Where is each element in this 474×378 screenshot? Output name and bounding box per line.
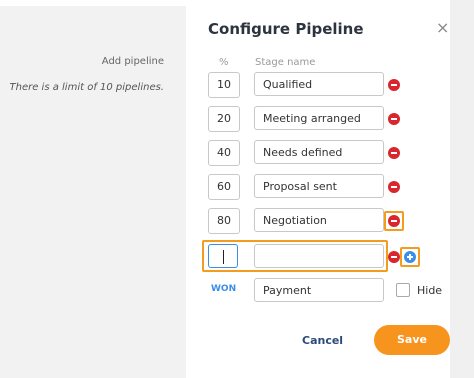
stage-percent-input[interactable]: 10 [208, 72, 240, 98]
stage-row: 10 Qualified [186, 72, 450, 98]
won-stage-name-input[interactable]: Payment [254, 278, 384, 302]
stage-row: 20 Meeting arranged [186, 106, 450, 132]
remove-stage-icon[interactable] [388, 181, 400, 193]
remove-stage-icon[interactable] [388, 79, 400, 91]
background-right-panel [450, 0, 474, 378]
save-button[interactable]: Save [374, 325, 450, 355]
stage-percent-input[interactable]: 20 [208, 106, 240, 132]
remove-stage-icon[interactable] [388, 113, 400, 125]
dialog-title: Configure Pipeline [208, 20, 364, 38]
won-label: WON [211, 284, 237, 294]
stage-name-input[interactable]: Negotiation [254, 208, 384, 232]
close-icon[interactable]: × [436, 20, 449, 36]
stage-percent-input[interactable]: 80 [208, 208, 240, 234]
stage-row: 80 Negotiation [186, 208, 450, 234]
hide-checkbox[interactable] [396, 283, 410, 297]
remove-stage-icon[interactable] [388, 251, 400, 263]
remove-stage-highlight [384, 211, 404, 231]
won-stage-row: WON Payment Hide [186, 278, 450, 304]
stage-percent-input[interactable]: 40 [208, 140, 240, 166]
hide-label: Hide [417, 284, 443, 297]
stage-name-input[interactable]: Proposal sent [254, 174, 384, 198]
stage-name-input[interactable]: Meeting arranged [254, 106, 384, 130]
stage-name-input[interactable]: Needs defined [254, 140, 384, 164]
background-pipeline-panel: Add pipeline There is a limit of 10 pipe… [0, 0, 186, 378]
cancel-button[interactable]: Cancel [302, 334, 343, 347]
new-stage-highlight [202, 240, 388, 272]
add-pipeline-link[interactable]: Add pipeline [102, 56, 164, 67]
add-stage-highlight [400, 247, 420, 267]
stage-row: 40 Needs defined [186, 140, 450, 166]
configure-pipeline-dialog: Configure Pipeline × % Stage name 10 Qua… [186, 0, 450, 378]
pipeline-limit-note: There is a limit of 10 pipelines. [9, 82, 164, 93]
percent-column-header: % [219, 57, 229, 68]
stage-name-column-header: Stage name [255, 57, 316, 68]
background-top-strip [0, 0, 186, 6]
stage-name-input[interactable]: Qualified [254, 72, 384, 96]
stage-percent-input[interactable]: 60 [208, 174, 240, 200]
remove-stage-icon[interactable] [388, 147, 400, 159]
stage-row: 60 Proposal sent [186, 174, 450, 200]
